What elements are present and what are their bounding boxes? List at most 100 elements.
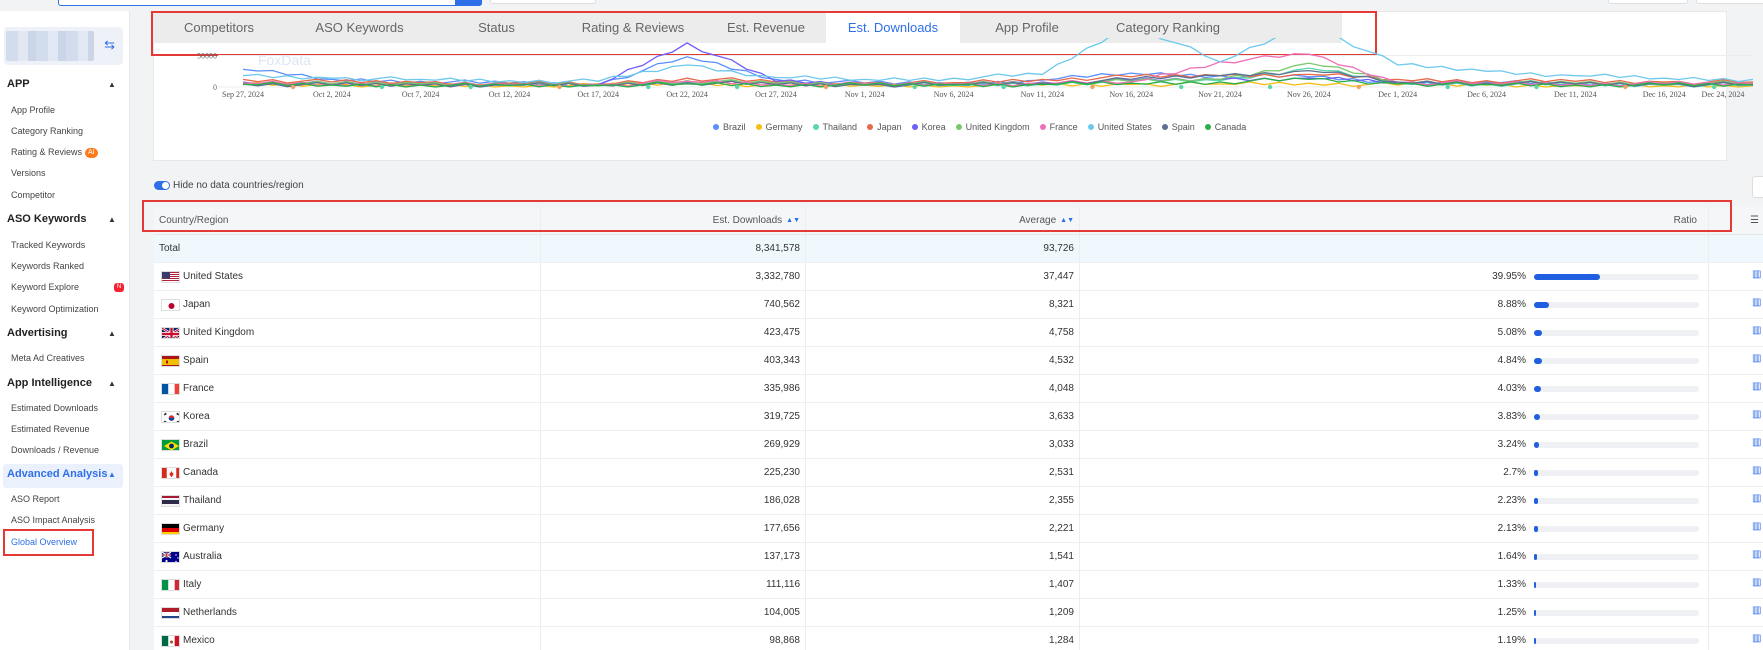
legend-item-united-kingdom[interactable]: United Kingdom xyxy=(955,122,1030,132)
ratio-value: 2.13% xyxy=(1497,523,1526,534)
sidebar-item-app-profile[interactable]: App Profile xyxy=(11,105,55,115)
menu-icon[interactable]: ☰ xyxy=(1750,207,1759,235)
ratio-value: 1.64% xyxy=(1497,551,1526,562)
sidebar-item-competitor[interactable]: Competitor xyxy=(11,190,55,200)
top-action[interactable] xyxy=(1608,0,1688,4)
table-row[interactable]: Germany 177,656 2,221 2.13% ▥ xyxy=(154,515,1763,543)
event-marker[interactable] xyxy=(1356,84,1362,90)
chart-icon[interactable]: ▥ xyxy=(1752,297,1761,308)
search-button[interactable] xyxy=(455,0,482,6)
legend-item-canada[interactable]: Canada xyxy=(1204,122,1246,132)
table-row[interactable]: Japan 740,562 8,321 8.88% ▥ xyxy=(154,291,1763,319)
chart-icon[interactable]: ▥ xyxy=(1752,605,1761,616)
hide-no-data-toggle[interactable] xyxy=(154,181,170,190)
table-row[interactable]: France 335,986 4,048 4.03% ▥ xyxy=(154,375,1763,403)
sidebar-item-tracked-keywords[interactable]: Tracked Keywords xyxy=(11,240,85,250)
event-marker[interactable] xyxy=(912,84,917,90)
table-row[interactable]: Australia 137,173 1,541 1.64% ▥ xyxy=(154,543,1763,571)
legend-item-france[interactable]: France xyxy=(1039,122,1078,132)
table-row[interactable]: Brazil 269,929 3,033 3.24% ▥ xyxy=(154,431,1763,459)
sidebar-item-downloads-revenue[interactable]: Downloads / Revenue xyxy=(11,445,99,455)
legend-item-japan[interactable]: Japan xyxy=(867,122,902,132)
event-marker[interactable] xyxy=(646,84,651,90)
legend-item-spain[interactable]: Spain xyxy=(1161,122,1195,132)
swap-icon[interactable]: ⇆ xyxy=(104,37,115,53)
search-input[interactable] xyxy=(58,0,482,6)
table-row[interactable]: Canada 225,230 2,531 2.7% ▥ xyxy=(154,459,1763,487)
event-marker[interactable] xyxy=(1445,84,1450,90)
legend-item-korea[interactable]: Korea xyxy=(911,122,946,132)
table-row[interactable]: Mexico 98,868 1,284 1.19% ▥ xyxy=(154,627,1763,650)
table-row[interactable]: United Kingdom 423,475 4,758 5.08% ▥ xyxy=(154,319,1763,347)
chart-icon[interactable]: ▥ xyxy=(1752,493,1761,504)
sidebar-item-rating-reviews[interactable]: Rating & Reviews AI xyxy=(11,147,98,158)
event-marker[interactable] xyxy=(734,84,740,90)
sidebar-item-keywords-ranked[interactable]: Keywords Ranked xyxy=(11,261,84,271)
table-row[interactable]: United States 3,332,780 37,447 39.95% ▥ xyxy=(154,263,1763,291)
chart-icon[interactable]: ▥ xyxy=(1752,633,1761,644)
sidebar-item-aso-impact-analysis[interactable]: ASO Impact Analysis xyxy=(11,515,95,525)
table-row[interactable]: Thailand 186,028 2,355 2.23% ▥ xyxy=(154,487,1763,515)
sidebar-section-app-intelligence[interactable]: App Intelligence xyxy=(7,377,92,389)
x-tick-label: Nov 11, 2024 xyxy=(1021,90,1064,99)
event-marker[interactable] xyxy=(557,84,562,90)
chart-icon[interactable]: ▥ xyxy=(1752,549,1761,560)
sidebar-item-aso-report[interactable]: ASO Report xyxy=(11,494,60,504)
event-marker[interactable] xyxy=(379,84,385,90)
top-filter[interactable] xyxy=(490,0,596,4)
sidebar-item-meta-ad-creatives[interactable]: Meta Ad Creatives xyxy=(11,353,85,363)
event-marker[interactable] xyxy=(1623,84,1628,90)
legend-label: Japan xyxy=(877,122,902,132)
legend-item-united-states[interactable]: United States xyxy=(1087,122,1152,132)
sidebar-item-estimated-revenue[interactable]: Estimated Revenue xyxy=(11,424,90,434)
chart-icon[interactable]: ▥ xyxy=(1752,409,1761,420)
sidebar-section-aso-keywords[interactable]: ASO Keywords xyxy=(7,213,86,225)
chart-icon[interactable]: ▥ xyxy=(1752,465,1761,476)
sidebar-item-category-ranking[interactable]: Category Ranking xyxy=(11,126,83,136)
event-marker[interactable] xyxy=(1001,84,1006,90)
legend-item-germany[interactable]: Germany xyxy=(755,122,803,132)
chart-icon[interactable]: ▥ xyxy=(1752,353,1761,364)
average-value: 3,033 xyxy=(1048,439,1074,450)
event-marker[interactable] xyxy=(1534,84,1539,90)
legend-item-thailand[interactable]: Thailand xyxy=(812,122,857,132)
collapse-caret-icon[interactable]: ▲ xyxy=(108,329,116,338)
chart-icon[interactable]: ▥ xyxy=(1752,269,1761,280)
table-row[interactable]: Netherlands 104,005 1,209 1.25% ▥ xyxy=(154,599,1763,627)
flag-kr-icon xyxy=(161,411,180,423)
sidebar-item-keyword-optimization[interactable]: Keyword Optimization xyxy=(11,304,99,314)
sidebar-item-label: Keyword Optimization xyxy=(11,304,99,314)
sidebar-section-app[interactable]: APP xyxy=(7,78,30,90)
chart-icon[interactable]: ▥ xyxy=(1752,381,1761,392)
legend-item-brazil[interactable]: Brazil xyxy=(713,122,746,132)
ratio-bar-fill xyxy=(1534,330,1543,336)
table-row[interactable]: Italy 111,116 1,407 1.33% ▥ xyxy=(154,571,1763,599)
event-marker[interactable] xyxy=(290,84,296,90)
sidebar-item-versions[interactable]: Versions xyxy=(11,168,46,178)
collapse-caret-icon[interactable]: ▲ xyxy=(108,215,116,224)
event-marker[interactable] xyxy=(1090,84,1095,90)
top-action-2[interactable] xyxy=(1696,0,1763,4)
chart-icon[interactable]: ▥ xyxy=(1752,577,1761,588)
chart-icon[interactable]: ▥ xyxy=(1752,521,1761,532)
chart-icon[interactable]: ▥ xyxy=(1752,437,1761,448)
sidebar-section-advertising[interactable]: Advertising xyxy=(7,327,68,339)
table-row[interactable]: Spain 403,343 4,532 4.84% ▥ xyxy=(154,347,1763,375)
event-marker[interactable] xyxy=(1267,84,1273,90)
app-logo[interactable]: ⇆ xyxy=(4,27,123,65)
table-row[interactable]: Korea 319,725 3,633 3.83% ▥ xyxy=(154,403,1763,431)
collapse-caret-icon[interactable]: ▲ xyxy=(108,379,116,388)
collapse-caret-icon[interactable]: ▲ xyxy=(108,470,116,479)
country-name: Netherlands xyxy=(183,607,237,618)
event-marker[interactable] xyxy=(468,84,473,90)
legend-label: France xyxy=(1049,122,1078,132)
table-settings-button[interactable] xyxy=(1752,176,1763,198)
event-marker[interactable] xyxy=(1179,84,1184,90)
sidebar-section-advanced-analysis[interactable]: Advanced Analysis xyxy=(7,468,107,480)
event-marker[interactable] xyxy=(1711,84,1717,90)
collapse-caret-icon[interactable]: ▲ xyxy=(108,80,116,89)
sidebar-item-estimated-downloads[interactable]: Estimated Downloads xyxy=(11,403,98,413)
sidebar-item-keyword-explore[interactable]: Keyword Explore xyxy=(11,282,79,292)
event-marker[interactable] xyxy=(823,84,829,90)
chart-icon[interactable]: ▥ xyxy=(1752,325,1761,336)
